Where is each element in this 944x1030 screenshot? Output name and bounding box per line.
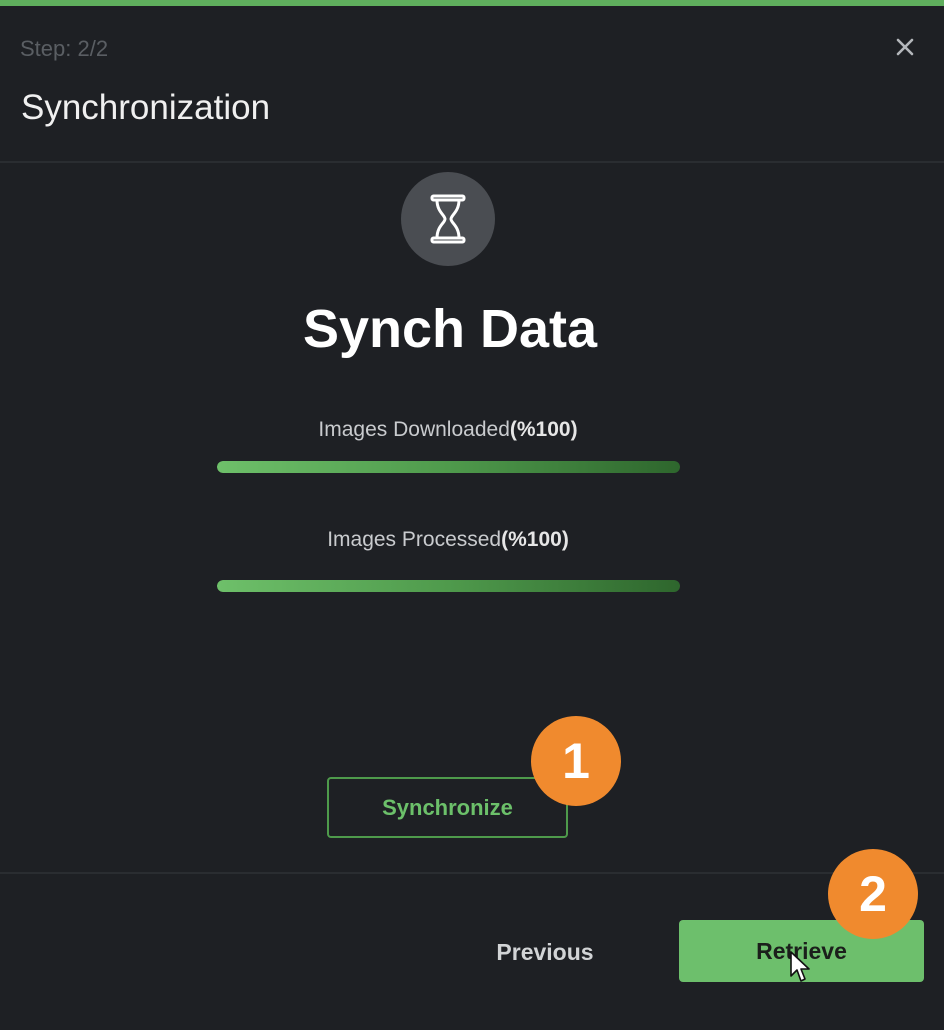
step-indicator: Step: 2/2 (20, 36, 109, 61)
header-divider (0, 161, 944, 163)
progress-label-text: Images Downloaded (318, 418, 510, 441)
progress-bar-fill (217, 461, 680, 473)
progress-label-text: Images Processed (327, 528, 502, 551)
status-icon-circle (401, 172, 495, 266)
progress-label-downloaded: Images Downloaded(%100) (0, 418, 896, 442)
mouse-cursor-icon (789, 950, 811, 984)
progress-percent: (%100) (509, 418, 578, 441)
progress-bar-fill (217, 580, 680, 592)
progress-label-processed: Images Processed(%100) (0, 528, 896, 552)
footer-divider (0, 872, 944, 874)
progress-bar-processed (217, 580, 680, 592)
previous-button[interactable]: Previous (470, 926, 620, 978)
close-icon[interactable] (890, 32, 920, 62)
sync-heading: Synch Data (302, 299, 598, 359)
sync-dialog: Step: 2/2 Synchronization Synch Data Ima… (0, 6, 944, 1030)
step-badge-2: 2 (828, 849, 918, 939)
progress-bar-downloaded (217, 461, 680, 473)
hourglass-icon (430, 194, 466, 244)
progress-percent: (%100) (501, 528, 569, 551)
step-badge-1: 1 (531, 716, 621, 806)
synchronize-button[interactable]: Synchronize (327, 777, 568, 838)
dialog-title: Synchronization (21, 88, 271, 127)
